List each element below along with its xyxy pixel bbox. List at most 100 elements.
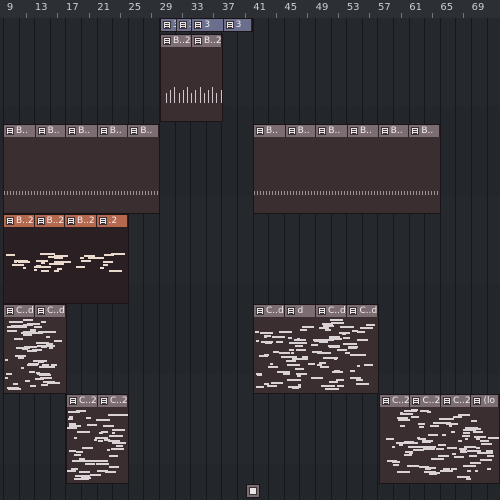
clip-cd-right[interactable]: C..d d C..d C..d: [253, 304, 379, 394]
note: [480, 459, 492, 461]
clip-segment: C..d: [35, 305, 66, 317]
ruler-bar-number: 53: [346, 2, 360, 13]
note-stick: [178, 93, 180, 103]
note: [47, 331, 56, 333]
clip-c2-right[interactable]: C..2 C..2 C..2 (lo: [379, 394, 500, 484]
note: [264, 354, 269, 356]
note: [81, 478, 89, 480]
clip-header[interactable]: B..2 B..2: [161, 35, 222, 47]
note: [80, 475, 90, 477]
note: [87, 424, 97, 426]
note: [67, 261, 71, 263]
clip-pattern-preview: [4, 319, 66, 391]
clip-header[interactable]: B.. B.. B.. B.. B.. B..: [254, 125, 440, 137]
note-stick: [220, 90, 222, 103]
note: [76, 266, 85, 268]
note: [16, 321, 20, 323]
clip-top-3[interactable]: 3 3 3 3: [160, 18, 253, 32]
clip-label: B..: [359, 126, 372, 136]
clip-label: B..: [109, 126, 122, 136]
clip-header[interactable]: B..2 B..2 B..2 .2: [4, 215, 128, 227]
note: [317, 364, 322, 366]
clip-header[interactable]: C..2 C..2 C..2 (lo: [380, 395, 499, 407]
note-stick: [174, 87, 176, 103]
clip-wave-preview: [4, 191, 159, 195]
clip-segment: C..d: [347, 305, 378, 317]
note: [7, 326, 18, 328]
note: [329, 381, 338, 383]
pattern-icon: [349, 127, 358, 135]
note: [109, 270, 122, 272]
note: [112, 442, 126, 444]
note: [116, 414, 128, 416]
clip-header[interactable]: C..2 C..2: [67, 395, 128, 407]
note: [19, 264, 24, 266]
note: [16, 347, 30, 349]
pattern-icon: [256, 127, 264, 135]
clip-header[interactable]: B.. B.. B.. B.. B..: [4, 125, 159, 137]
note: [352, 330, 358, 332]
note: [96, 419, 110, 421]
note: [27, 364, 38, 366]
clip-c2-left[interactable]: C..2 C..2: [66, 394, 129, 484]
note: [481, 443, 492, 445]
ruler-bar-number: 9: [6, 2, 14, 13]
timeline-ruler[interactable]: 9 13 17 21 25 29 33 37 41 45 49 53 57 61 65 69: [0, 0, 500, 19]
note-stick: [166, 93, 167, 103]
note: [340, 326, 354, 328]
note: [40, 377, 52, 379]
clip-header[interactable]: C..d C..d: [4, 305, 66, 317]
ruler-bar-number: 41: [253, 2, 266, 13]
clip-segment: B..2: [35, 215, 66, 227]
note: [407, 465, 419, 467]
clip-b-row-right[interactable]: B.. B.. B.. B.. B.. B..: [253, 124, 441, 214]
note: [29, 371, 35, 373]
note: [311, 377, 323, 379]
clip-cd-left[interactable]: C..d C..d: [3, 304, 67, 394]
note: [23, 334, 32, 336]
note: [438, 422, 451, 424]
note: [462, 435, 470, 437]
clip-label: B..: [266, 126, 278, 136]
clip-b2-top[interactable]: B..2 B..2: [160, 34, 223, 122]
clip-orange-b2[interactable]: B..2 B..2 B..2 .2: [3, 214, 129, 304]
note: [357, 339, 368, 341]
clip-segment: B..2: [192, 35, 222, 47]
note: [420, 410, 429, 412]
playlist-grid[interactable]: 3 3 3 3 B..2 B..2 B..B..B..B..B.. B..B..…: [0, 18, 500, 500]
clip-header[interactable]: 3 3 3 3: [161, 19, 252, 31]
note: [41, 262, 45, 264]
clip-segment: B..: [36, 125, 67, 137]
note-stick: [191, 93, 193, 103]
note: [85, 463, 95, 465]
note: [77, 431, 90, 433]
note: [74, 437, 77, 439]
note: [337, 385, 344, 387]
pattern-icon: [99, 397, 108, 405]
note: [300, 329, 307, 331]
pattern-icon: [249, 487, 257, 495]
note: [364, 364, 373, 366]
note: [355, 354, 366, 356]
small-clip-marker[interactable]: [246, 484, 260, 498]
pattern-icon: [256, 307, 264, 315]
note: [451, 431, 455, 433]
ruler-bar-number: 37: [222, 2, 235, 13]
note-stick: [195, 90, 197, 103]
clip-label: B..2: [173, 36, 191, 46]
ruler-bar-number: 65: [440, 2, 454, 13]
pattern-icon: [6, 127, 14, 135]
note: [463, 432, 470, 434]
note: [111, 448, 124, 450]
note: [460, 451, 467, 453]
note: [488, 437, 499, 439]
clip-b-row-left[interactable]: B.. B.. B.. B.. B..: [3, 124, 160, 214]
pattern-icon: [349, 307, 358, 315]
note: [5, 377, 8, 379]
note: [39, 366, 47, 368]
note: [49, 347, 53, 349]
note: [321, 385, 335, 387]
clip-header[interactable]: C..d d C..d C..d: [254, 305, 378, 317]
clip-segment: B..: [379, 125, 410, 137]
pattern-icon: [473, 397, 482, 405]
